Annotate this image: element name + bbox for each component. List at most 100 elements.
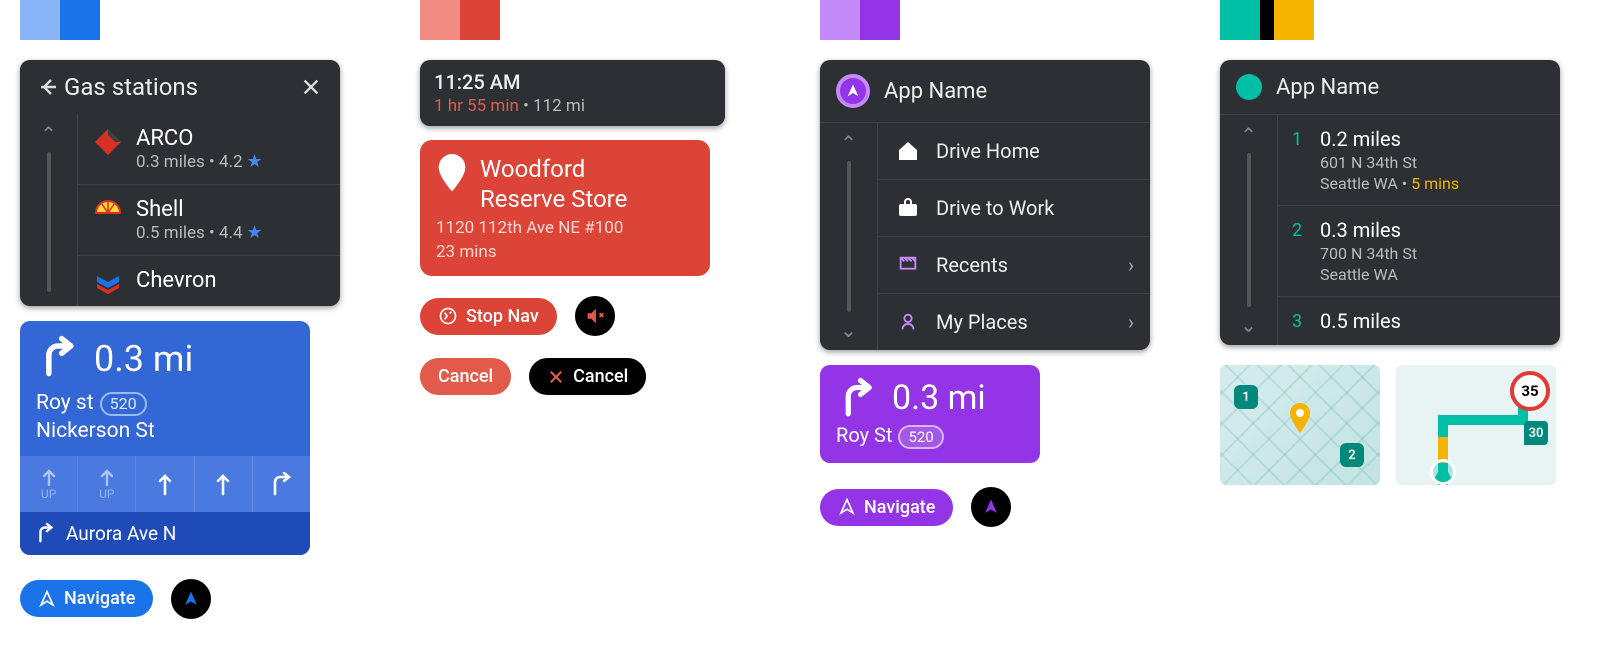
gas-item-chevron[interactable]: Chevron <box>78 255 340 306</box>
menu-item-label: My Places <box>936 310 1028 334</box>
swatch <box>420 0 460 40</box>
gas-item-sub: 0.3 miles • 4.2 <box>136 152 243 172</box>
gas-item-sub: 0.5 miles • 4.4 <box>136 223 243 243</box>
eta: 1 hr 55 min <box>434 96 519 116</box>
chevron-up-icon[interactable]: ⌃ <box>840 131 857 155</box>
turn-right-icon <box>36 335 80 383</box>
lane-up <box>136 456 194 512</box>
result-eta: 5 mins <box>1411 174 1459 193</box>
menu-item-places[interactable]: My Places › <box>878 293 1150 350</box>
turn-distance: 0.3 mi <box>94 338 193 380</box>
turn-card-purple: 0.3 mi Roy St520 <box>820 365 1040 463</box>
mini-map-route: 35 30 <box>1396 365 1556 485</box>
map-pin-highlight <box>1288 403 1312 435</box>
gas-item-name: Chevron <box>136 268 217 293</box>
results-card: App Name ⌃ ⌄ 1 0.2 miles 601 N 34th St S… <box>1220 60 1560 345</box>
result-item[interactable]: 1 0.2 miles 601 N 34th St Seattle WA • 5… <box>1278 115 1560 205</box>
menu-item-label: Drive Home <box>936 139 1040 163</box>
home-icon <box>894 139 922 163</box>
stop-nav-button[interactable]: Stop Nav <box>420 298 557 335</box>
lane-up: UP <box>78 456 136 512</box>
route-badge: 520 <box>898 425 943 449</box>
arco-icon <box>92 126 124 158</box>
lane-right <box>253 456 310 512</box>
mini-map-pins: 1 2 <box>1220 365 1380 485</box>
chevron-up-icon[interactable]: ⌃ <box>1240 123 1257 147</box>
lane-up <box>195 456 253 512</box>
gas-item-name: Shell <box>136 197 263 222</box>
chevron-up-icon[interactable]: ⌃ <box>40 122 57 146</box>
navigate-label: Navigate <box>64 588 135 609</box>
gas-title: Gas stations <box>64 73 296 101</box>
swatch <box>460 0 500 40</box>
result-distance: 0.5 miles <box>1320 309 1401 333</box>
result-index: 2 <box>1292 218 1306 284</box>
star-icon: ★ <box>247 222 263 243</box>
dest-eta: 23 mins <box>436 242 694 262</box>
close-icon[interactable] <box>296 72 326 102</box>
back-icon[interactable] <box>34 72 64 102</box>
dest-address: 1120 112th Ave NE #100 <box>436 218 694 238</box>
result-city: Seattle WA <box>1320 265 1417 284</box>
turn-card-blue: 0.3 mi Roy st520 Nickerson St UP UP Auro… <box>20 321 310 555</box>
result-city: Seattle WA <box>1320 174 1398 193</box>
result-distance: 0.3 miles <box>1320 218 1417 242</box>
shell-icon <box>92 197 124 229</box>
swatch-row-purple <box>820 0 1180 40</box>
recents-icon <box>894 254 922 276</box>
app-icon <box>836 74 870 108</box>
gas-item-shell[interactable]: Shell 0.5 miles • 4.4 ★ <box>78 184 340 255</box>
next-step-label: Aurora Ave N <box>66 522 176 545</box>
trip-distance: 112 mi <box>533 96 585 116</box>
map-pin-2[interactable]: 2 <box>1340 443 1364 467</box>
turn-street-1: Roy st <box>36 391 94 415</box>
map-pin-30: 30 <box>1524 421 1548 445</box>
cancel-button-outline[interactable]: Cancel <box>527 356 648 397</box>
route-badge: 520 <box>100 392 147 416</box>
stop-nav-label: Stop Nav <box>466 306 539 327</box>
chevron-down-icon[interactable]: ⌄ <box>840 318 857 342</box>
app-menu-card: App Name ⌃ ⌄ Drive Home Drive to Work <box>820 60 1150 350</box>
result-addr: 700 N 34th St <box>1320 244 1417 263</box>
swatch-row-teal <box>1220 0 1580 40</box>
swatch-row-red <box>420 0 730 40</box>
star-icon: ★ <box>247 151 263 172</box>
menu-item-recents[interactable]: Recents › <box>878 236 1150 293</box>
swatch <box>820 0 860 40</box>
cancel-label: Cancel <box>438 366 493 387</box>
chevron-down-icon[interactable]: ⌄ <box>1240 313 1257 337</box>
swatch <box>1220 0 1260 40</box>
app-title: App Name <box>884 79 987 104</box>
cancel-button-filled[interactable]: Cancel <box>420 358 511 395</box>
compass-button[interactable] <box>969 485 1013 529</box>
swatch <box>1274 0 1314 40</box>
swatch <box>20 0 60 40</box>
result-item[interactable]: 3 0.5 miles <box>1278 296 1560 345</box>
scroll-col[interactable]: ⌃ ⌄ <box>820 123 878 350</box>
mute-button[interactable] <box>573 294 617 338</box>
turn-distance: 0.3 mi <box>892 378 986 418</box>
pin-icon <box>436 154 468 214</box>
result-addr: 601 N 34th St <box>1320 153 1459 172</box>
status-card: 11:25 AM 1 hr 55 min • 112 mi <box>420 60 725 126</box>
navigate-label: Navigate <box>864 497 935 518</box>
scroll-col[interactable]: ⌃ <box>20 114 78 306</box>
dest-name-l2: Reserve Store <box>480 184 627 214</box>
gas-item-arco[interactable]: ARCO 0.3 miles • 4.2 ★ <box>78 114 340 184</box>
turn-street: Roy St <box>836 423 892 447</box>
scroll-col[interactable]: ⌃ ⌄ <box>1220 115 1278 345</box>
compass-button[interactable] <box>169 577 213 621</box>
result-distance: 0.2 miles <box>1320 127 1459 151</box>
navigate-button[interactable]: Navigate <box>820 489 953 526</box>
destination-card: Woodford Reserve Store 1120 112th Ave NE… <box>420 140 710 276</box>
app-icon <box>1236 74 1262 100</box>
menu-item-home[interactable]: Drive Home <box>878 123 1150 179</box>
map-pin-1[interactable]: 1 <box>1234 385 1258 409</box>
speed-limit-badge: 35 <box>1510 371 1550 411</box>
next-step: Aurora Ave N <box>20 512 310 555</box>
result-item[interactable]: 2 0.3 miles 700 N 34th St Seattle WA <box>1278 205 1560 296</box>
work-icon <box>894 196 922 220</box>
menu-item-work[interactable]: Drive to Work <box>878 179 1150 236</box>
result-index: 1 <box>1292 127 1306 193</box>
navigate-button[interactable]: Navigate <box>20 580 153 617</box>
